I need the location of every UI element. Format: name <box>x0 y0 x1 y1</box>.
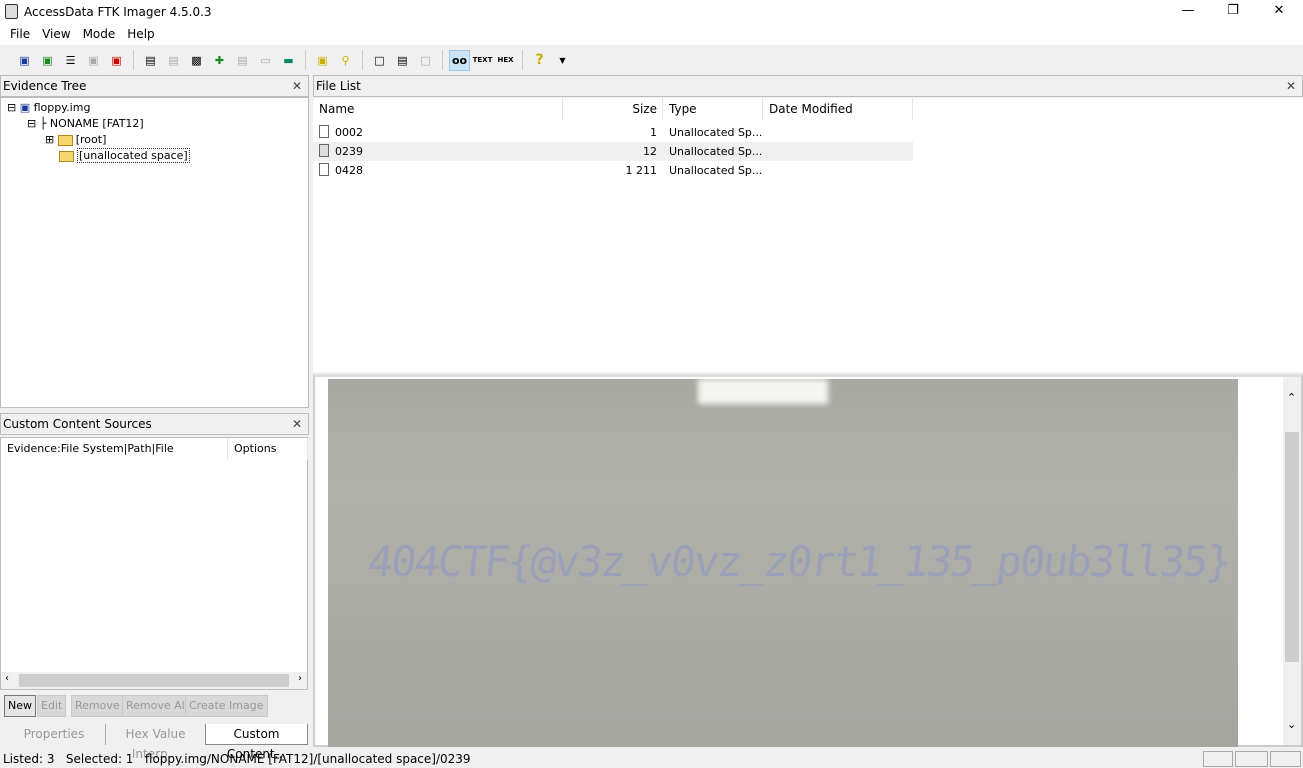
export-files-icon[interactable]: □ <box>369 50 390 71</box>
tree-item-unallocated-space[interactable]: [unallocated space] <box>59 148 190 163</box>
menu-help[interactable]: Help <box>127 27 154 41</box>
column-header-type[interactable]: Type <box>663 98 763 120</box>
tab-custom-content[interactable]: Custom Content... <box>205 724 308 761</box>
evidence-tree-icon[interactable]: ▣ <box>312 50 333 71</box>
app-icon <box>5 4 18 19</box>
file-list-title: File List <box>316 79 361 93</box>
column-header-options[interactable]: Options <box>228 438 308 460</box>
remove-all-evidence-icon[interactable]: ▣ <box>106 50 127 71</box>
file-row[interactable]: 0428 1 211 Unallocated Sp... <box>313 161 913 180</box>
image-preview: 404CTF{@v3z_v0vz_z0rt1_135_p0ub3ll35} <box>328 379 1238 747</box>
status-path: floppy.img/NONAME [FAT12]/[unallocated s… <box>144 752 471 766</box>
horizontal-scrollbar[interactable]: ‹ › <box>1 672 307 689</box>
status-box <box>1270 751 1301 767</box>
menu-mode[interactable]: Mode <box>83 27 116 41</box>
text-view-icon[interactable]: TEXT <box>472 50 493 71</box>
close-button[interactable]: ✕ <box>1256 0 1302 23</box>
new-button[interactable]: New <box>4 695 36 717</box>
status-box <box>1203 751 1233 767</box>
create-disk-image-icon[interactable]: ▤ <box>140 50 161 71</box>
maximize-button[interactable]: ❐ <box>1210 0 1256 23</box>
export-directory-listing-icon[interactable]: □ <box>415 50 436 71</box>
obtain-protected-files-icon[interactable]: ✚ <box>209 50 230 71</box>
toolbar: ▣ ▣ ☰ ▣ ▣ ▤ ▤ ▩ ✚ ▤ ▭ ▬ ▣ ⚲ □ ▤ □ oo TEX… <box>0 46 1303 74</box>
vertical-scrollbar[interactable]: ⌃ ⌄ <box>1283 377 1301 745</box>
tab-properties[interactable]: Properties <box>4 724 104 745</box>
export-file-hash-icon[interactable]: ▤ <box>392 50 413 71</box>
window-title: AccessData FTK Imager 4.5.0.3 <box>24 4 212 19</box>
add-evidence-icon[interactable]: ▣ <box>14 50 35 71</box>
remove-evidence-icon[interactable]: ▣ <box>83 50 104 71</box>
evidence-tree-header: Evidence Tree ✕ <box>0 75 309 97</box>
menu-view[interactable]: View <box>42 27 70 41</box>
close-icon[interactable]: ✕ <box>292 417 302 431</box>
custom-content-list: Evidence:File System|Path|File Options ‹… <box>0 437 308 690</box>
file-icon <box>319 144 329 157</box>
custom-content-header: Custom Content Sources ✕ <box>0 413 309 435</box>
column-header-size[interactable]: Size <box>563 98 663 120</box>
handwritten-flag-text: 404CTF{@v3z_v0vz_z0rt1_135_p0ub3ll35} <box>365 537 1233 586</box>
file-list: Name Size Type Date Modified 0002 1 Unallo… <box>313 98 1303 372</box>
file-row[interactable]: 0002 1 Unallocated Sp... <box>313 123 913 142</box>
remove-button[interactable]: Remove <box>71 695 124 717</box>
close-icon[interactable]: ✕ <box>292 79 302 93</box>
column-header-date-modified[interactable]: Date Modified <box>763 98 913 120</box>
toolbar-overflow-chevron-icon[interactable]: ▼ <box>552 50 573 71</box>
menu-file[interactable]: File <box>10 27 30 41</box>
title-bar: AccessData FTK Imager 4.5.0.3 — ❐ ✕ <box>0 0 1303 23</box>
scrollbar-thumb[interactable] <box>1285 432 1299 662</box>
status-bar: Listed: 3 Selected: 1 floppy.img/NONAME … <box>0 750 1303 768</box>
tab-hex-value-interpreter[interactable]: Hex Value Interp... <box>105 724 205 761</box>
file-icon <box>319 163 329 176</box>
decrypt-key-icon[interactable]: ⚲ <box>335 50 356 71</box>
file-row-selected[interactable]: 0239 12 Unallocated Sp... <box>313 142 913 161</box>
add-all-evidence-icon[interactable]: ▣ <box>37 50 58 71</box>
capture-memory-icon[interactable]: ▩ <box>186 50 207 71</box>
status-box <box>1235 751 1268 767</box>
hex-view-icon[interactable]: HEX <box>495 50 516 71</box>
ram-icon[interactable]: ▬ <box>278 50 299 71</box>
tree-item-floppy[interactable]: ⊟ ▣ floppy.img <box>7 101 90 114</box>
file-viewer: 404CTF{@v3z_v0vz_z0rt1_135_p0ub3ll35} ⌃ … <box>313 374 1303 747</box>
status-selected: Selected: 1 <box>65 752 134 766</box>
status-listed: Listed: 3 <box>3 752 55 766</box>
column-header-evidence[interactable]: Evidence:File System|Path|File <box>1 438 228 460</box>
custom-content-title: Custom Content Sources <box>3 417 152 431</box>
evidence-tree: ⊟ ▣ floppy.img ⊟ ├ NONAME [FAT12] ⊞ [roo… <box>0 97 309 408</box>
file-list-header: File List ✕ <box>313 75 1303 97</box>
export-disk-image-icon[interactable]: ▤ <box>163 50 184 71</box>
create-image-button[interactable]: Create Image <box>185 695 268 717</box>
tree-item-noname[interactable]: ⊟ ├ NONAME [FAT12] <box>27 117 144 130</box>
remove-all-button[interactable]: Remove All <box>122 695 192 717</box>
image-mounting-icon[interactable]: ☰ <box>60 50 81 71</box>
file-icon <box>319 125 329 138</box>
column-header-name[interactable]: Name <box>313 98 563 120</box>
help-icon[interactable]: ? <box>529 50 550 71</box>
menu-bar: File View Mode Help <box>0 23 1303 45</box>
edit-button[interactable]: Edit <box>37 695 67 717</box>
verify-drive-icon[interactable]: ▭ <box>255 50 276 71</box>
automatic-view-icon[interactable]: oo <box>449 49 470 71</box>
evidence-tree-title: Evidence Tree <box>3 79 87 93</box>
minimize-button[interactable]: — <box>1165 0 1211 23</box>
close-icon[interactable]: ✕ <box>1286 79 1296 93</box>
detect-encryption-icon[interactable]: ▤ <box>232 50 253 71</box>
tree-item-root[interactable]: ⊞ [root] <box>45 133 106 146</box>
